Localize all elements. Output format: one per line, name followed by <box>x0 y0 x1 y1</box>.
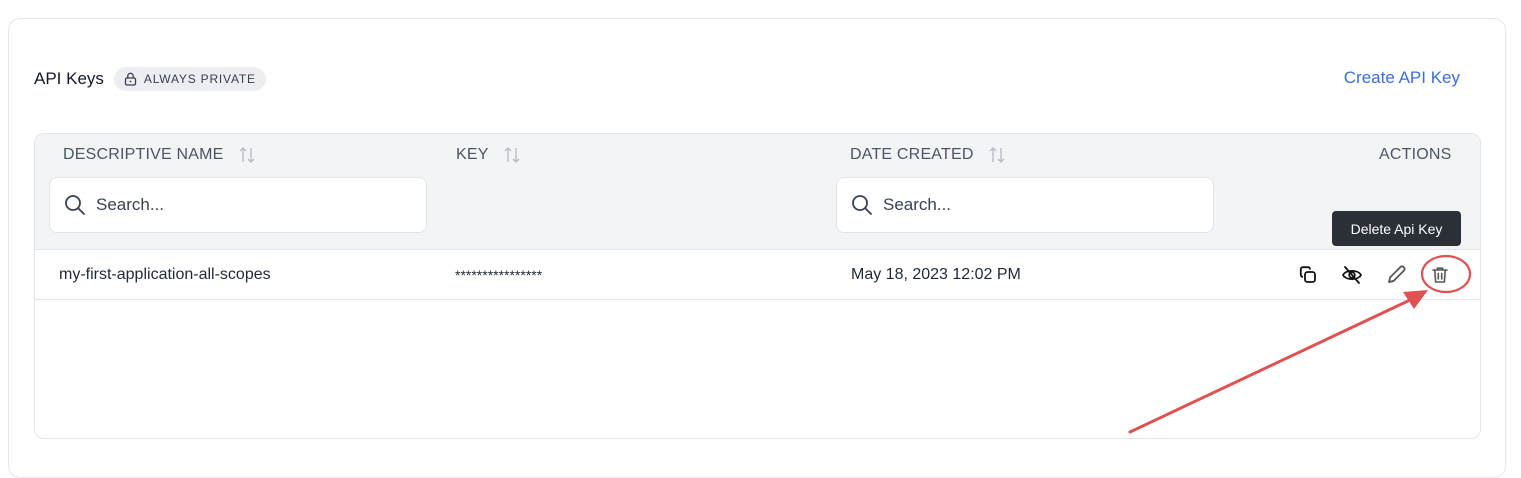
pencil-icon[interactable] <box>1381 260 1411 290</box>
column-label: ACTIONS <box>1379 146 1452 163</box>
create-api-key-link[interactable]: Create API Key <box>1344 68 1460 88</box>
column-label: DESCRIPTIVE NAME <box>63 146 224 163</box>
eye-off-icon[interactable] <box>1337 260 1367 290</box>
table-row: my-first-application-all-scopes ********… <box>35 250 1480 300</box>
column-header-date[interactable]: DATE CREATED <box>850 146 1008 164</box>
section-header: API Keys ALWAYS PRIVATE <box>34 66 266 92</box>
row-actions <box>1293 260 1469 290</box>
date-search-input[interactable] <box>881 194 1185 216</box>
delete-api-key-tooltip: Delete Api Key <box>1332 211 1461 246</box>
copy-icon[interactable] <box>1293 260 1323 290</box>
search-icon <box>65 195 85 215</box>
lock-icon <box>124 72 137 86</box>
name-search-input[interactable] <box>94 194 398 216</box>
column-label: DATE CREATED <box>850 146 974 163</box>
column-label: KEY <box>456 146 489 163</box>
column-header-actions: ACTIONS <box>1379 146 1452 164</box>
table-header: DESCRIPTIVE NAME KEY DATE CREATED ACTION… <box>35 134 1480 250</box>
always-private-badge: ALWAYS PRIVATE <box>113 67 266 91</box>
search-icon <box>852 195 872 215</box>
section-title: API Keys <box>34 69 104 88</box>
sort-icon[interactable] <box>238 146 258 164</box>
column-header-key[interactable]: KEY <box>456 146 523 164</box>
sort-icon[interactable] <box>988 146 1008 164</box>
row-date-created: May 18, 2023 12:02 PM <box>851 266 1021 283</box>
trash-icon[interactable] <box>1425 260 1455 290</box>
date-search-field[interactable] <box>836 177 1214 233</box>
api-keys-table: DESCRIPTIVE NAME KEY DATE CREATED ACTION… <box>34 133 1481 439</box>
column-header-name[interactable]: DESCRIPTIVE NAME <box>63 146 258 164</box>
sort-icon[interactable] <box>503 146 523 164</box>
row-name: my-first-application-all-scopes <box>59 266 271 283</box>
badge-label: ALWAYS PRIVATE <box>143 72 256 86</box>
row-key: **************** <box>455 267 543 283</box>
name-search-field[interactable] <box>49 177 427 233</box>
